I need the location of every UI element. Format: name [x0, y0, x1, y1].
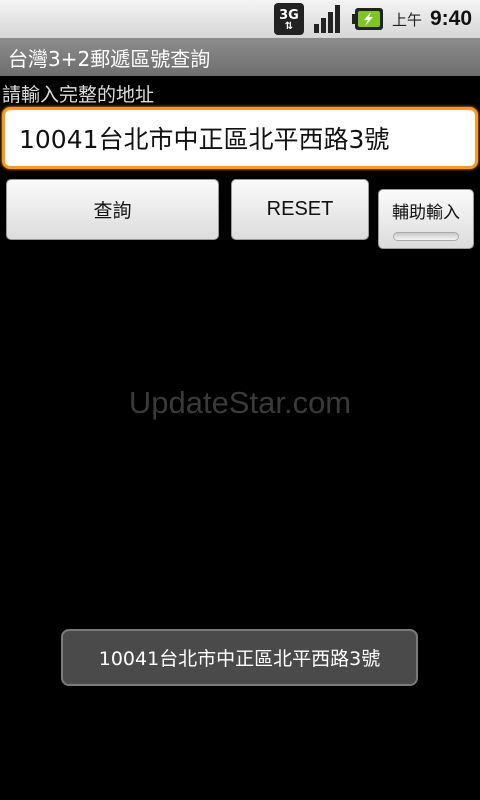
- status-bar: 3G ⇅ 上午 9:40: [0, 0, 480, 38]
- reset-button[interactable]: RESET: [231, 179, 369, 240]
- assist-input-label: 輔助輸入: [392, 203, 460, 223]
- assist-input-toggle-button[interactable]: 輔助輸入: [378, 189, 474, 249]
- address-prompt-label: 請輸入完整的地址: [2, 84, 155, 106]
- toast-text: 10041台北市中正區北平西路3號: [98, 648, 381, 670]
- toggle-indicator: [393, 232, 459, 241]
- clock-ampm: 上午: [391, 10, 422, 29]
- address-input-value: 10041台北市中正區北平西路3號: [19, 125, 390, 154]
- data-arrows-icon: ⇅: [284, 20, 294, 32]
- query-button-label: 查詢: [93, 200, 132, 222]
- app-title-bar: 台灣3+2郵遞區號查詢: [0, 38, 480, 76]
- app-title: 台灣3+2郵遞區號查詢: [8, 46, 211, 71]
- signal-strength-icon: [312, 4, 344, 34]
- watermark-text: UpdateStar.com: [128, 385, 352, 420]
- reset-button-label: RESET: [266, 198, 334, 220]
- address-input[interactable]: 10041台北市中正區北平西路3號: [2, 107, 478, 169]
- battery-charging-icon: [351, 6, 384, 32]
- toast-message: 10041台北市中正區北平西路3號: [61, 629, 418, 686]
- query-button[interactable]: 查詢: [6, 179, 219, 240]
- network-3g-icon: 3G ⇅: [273, 3, 304, 35]
- network-type-label: 3G: [279, 7, 299, 23]
- clock-time: 9:40: [429, 7, 472, 30]
